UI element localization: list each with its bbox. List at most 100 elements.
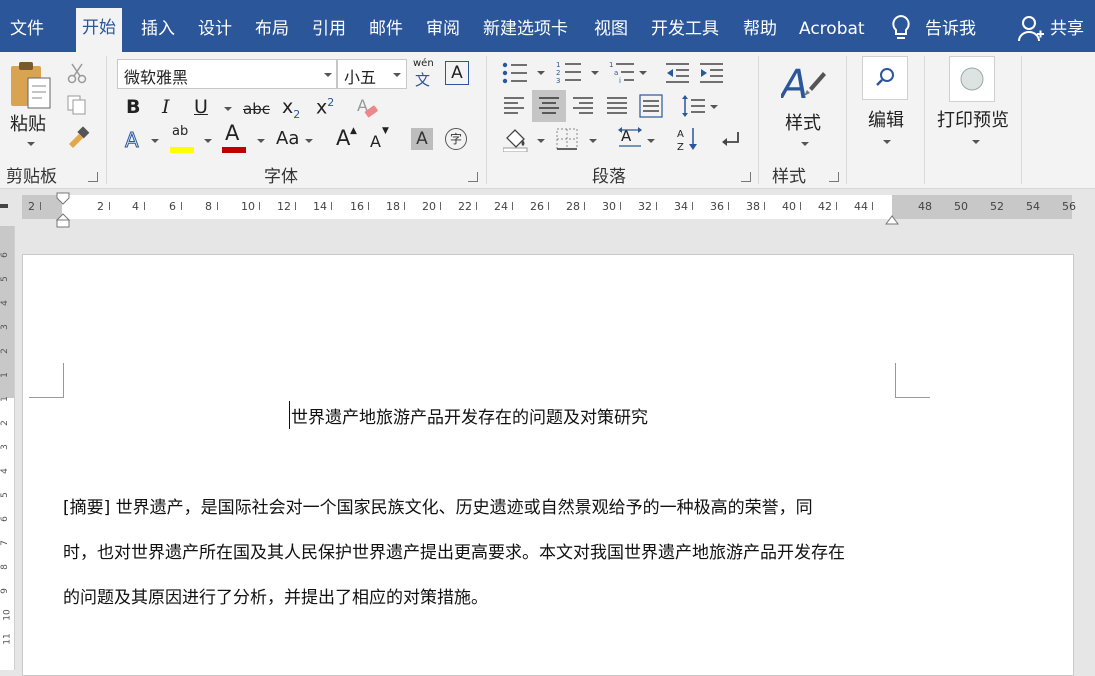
justify-icon[interactable]	[606, 96, 628, 120]
line-spacing-dropdown-arrow[interactable]	[710, 105, 718, 109]
cut-icon[interactable]	[66, 62, 88, 88]
highlight-dropdown-arrow[interactable]	[204, 139, 212, 143]
ruler-tick-label: 10	[241, 200, 255, 213]
tab-design[interactable]: 设计	[198, 18, 232, 40]
search-icon[interactable]	[862, 56, 908, 100]
clipboard-dialog-launcher[interactable]	[88, 172, 98, 182]
styles-dialog-launcher[interactable]	[829, 172, 839, 182]
vertical-ruler[interactable]: 6 5 4 3 2 1 1 2 3 4 5 6 7 8 9 10 11	[0, 226, 15, 670]
ruler-tick-label: 40	[782, 200, 796, 213]
ruler-tick-mark	[368, 202, 369, 210]
vertical-ruler-tick-label: 5	[0, 492, 10, 498]
shading-bucket-icon[interactable]	[502, 126, 529, 156]
print-preview-button[interactable]: 打印预览	[937, 106, 1009, 132]
print-preview-dropdown-arrow[interactable]	[972, 140, 980, 144]
text-direction-icon[interactable]: A	[617, 126, 643, 154]
strikethrough-button[interactable]: abc	[243, 100, 270, 118]
font-size-select[interactable]: 小五	[337, 59, 407, 89]
tab-selector-icon[interactable]	[0, 204, 8, 208]
change-case-dropdown-arrow[interactable]	[305, 139, 313, 143]
tab-mailings[interactable]: 邮件	[369, 18, 403, 40]
borders-icon[interactable]	[556, 128, 578, 154]
highlight-color-button[interactable]: ab	[170, 124, 196, 154]
right-indent-marker[interactable]	[885, 210, 899, 229]
print-preview-icon[interactable]	[949, 56, 995, 102]
tab-developer[interactable]: 开发工具	[651, 18, 719, 40]
line-spacing-icon[interactable]	[680, 94, 706, 122]
align-right-icon[interactable]	[572, 96, 594, 120]
sort-icon[interactable]: AZ	[676, 126, 700, 156]
clear-formatting-icon[interactable]: A	[357, 96, 379, 124]
font-color-dropdown-arrow[interactable]	[257, 139, 265, 143]
multilevel-list-icon[interactable]: 1ai	[609, 60, 635, 88]
paste-dropdown-arrow[interactable]	[27, 142, 35, 146]
tab-layout[interactable]: 布局	[255, 18, 289, 40]
styles-dropdown-arrow[interactable]	[801, 142, 809, 146]
text-effects-dropdown-arrow[interactable]	[151, 139, 159, 143]
subscript-button[interactable]: x2	[282, 96, 300, 121]
group-separator	[106, 56, 107, 184]
tab-help[interactable]: 帮助	[743, 18, 777, 40]
text-effects-icon[interactable]: A	[124, 128, 146, 156]
bullets-icon[interactable]	[502, 62, 528, 88]
tell-me-search[interactable]: 告诉我	[925, 18, 976, 40]
paste-icon[interactable]	[8, 60, 54, 116]
first-line-indent-marker[interactable]	[55, 192, 71, 232]
shading-dropdown-arrow[interactable]	[537, 139, 545, 143]
italic-button[interactable]: I	[162, 96, 170, 118]
group-separator	[758, 56, 759, 184]
numbering-dropdown-arrow[interactable]	[591, 71, 599, 75]
tab-file[interactable]: 文件	[10, 18, 44, 40]
tab-review[interactable]: 审阅	[426, 18, 460, 40]
paste-button[interactable]: 粘贴	[10, 110, 46, 136]
align-center-icon[interactable]	[538, 96, 560, 120]
change-case-button[interactable]: Aa	[276, 128, 299, 149]
numbering-icon[interactable]: 123	[556, 60, 582, 88]
vertical-ruler-tick-label: 2	[0, 348, 10, 354]
tab-home[interactable]: 开始	[76, 8, 122, 52]
ruler-tick-label: 2	[97, 200, 104, 213]
styles-icon[interactable]: A	[778, 58, 827, 110]
grow-font-button[interactable]: A	[336, 126, 350, 150]
lightbulb-icon	[890, 14, 912, 46]
font-dialog-launcher[interactable]	[468, 172, 478, 182]
bullets-dropdown-arrow[interactable]	[537, 71, 545, 75]
format-painter-icon[interactable]	[66, 126, 90, 152]
borders-dropdown-arrow[interactable]	[589, 139, 597, 143]
horizontal-ruler[interactable]: 2 2 4 6 8 10 12 14 16 18 20 22 24 26 28 30 32 34 36 38 40 42 4…	[0, 192, 1095, 228]
copy-icon[interactable]	[66, 94, 88, 120]
tab-acrobat[interactable]: Acrobat	[799, 18, 865, 40]
font-color-button[interactable]: A	[222, 121, 248, 154]
bold-button[interactable]: B	[126, 96, 140, 118]
phonetic-guide-icon[interactable]: wén 文	[413, 58, 435, 89]
tab-references[interactable]: 引用	[312, 18, 346, 40]
show-paragraph-marks-icon[interactable]	[720, 130, 742, 154]
character-border-icon[interactable]: A	[445, 61, 469, 85]
multilevel-dropdown-arrow[interactable]	[639, 71, 647, 75]
document-page[interactable]: 世界遗产地旅游产品开发存在的问题及对策研究 [摘要] 世界遗产，是国际社会对一个…	[22, 254, 1074, 676]
increase-indent-icon[interactable]	[698, 62, 724, 88]
distributed-align-icon[interactable]	[639, 94, 663, 122]
ruler-tick-label: 4	[132, 200, 139, 213]
editing-dropdown-arrow[interactable]	[883, 140, 891, 144]
vertical-ruler-tick-label: 4	[0, 300, 10, 306]
ruler-tick-label: 56	[1062, 200, 1076, 213]
tab-new-tab[interactable]: 新建选项卡	[483, 18, 568, 40]
paragraph-dialog-launcher[interactable]	[741, 172, 751, 182]
font-family-select[interactable]: 微软雅黑	[117, 59, 337, 89]
superscript-button[interactable]: x2	[316, 96, 334, 118]
ruler-tick-label: 6	[169, 200, 176, 213]
tab-view[interactable]: 视图	[594, 18, 628, 40]
underline-button[interactable]: U	[194, 96, 208, 118]
share-button[interactable]: 共享	[1050, 18, 1084, 40]
enclose-characters-button[interactable]: 字	[445, 128, 467, 150]
underline-dropdown-arrow[interactable]	[224, 107, 232, 111]
styles-gallery-button[interactable]: 样式	[785, 109, 821, 135]
shrink-font-button[interactable]: A	[370, 132, 381, 151]
editing-button[interactable]: 编辑	[868, 106, 904, 132]
tab-insert[interactable]: 插入	[141, 18, 175, 40]
text-direction-dropdown-arrow[interactable]	[647, 139, 655, 143]
decrease-indent-icon[interactable]	[664, 62, 690, 88]
align-left-icon[interactable]	[503, 96, 525, 120]
character-shading-button[interactable]: A	[411, 128, 433, 150]
